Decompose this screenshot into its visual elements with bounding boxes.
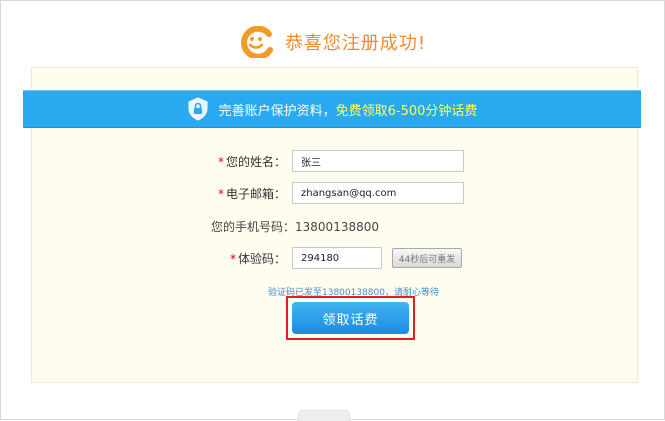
required-mark: * [217,186,224,201]
claim-credit-button[interactable]: 领取话费 [292,302,409,334]
phone-number: 13800138800 [295,219,379,234]
code-row: * 体验码： 294180 [196,247,382,269]
code-input[interactable]: 294180 [292,247,382,269]
email-label: * 电子邮箱： [217,186,286,201]
email-input[interactable]: zhangsan@qq.com [292,182,464,204]
banner-text: 完善账户保护资料， [218,103,336,119]
page-title: 恭喜您注册成功! [284,33,427,54]
smiley-logo-icon [240,26,273,58]
name-label: * 您的姓名： [217,154,286,169]
phone-row: 您的手机号码： 13800138800 [211,218,379,235]
banner-highlight: 免费领取6-500分钟话费 [335,103,478,119]
required-mark: * [229,251,236,266]
code-label: * 体验码： [229,251,286,266]
resend-code-button[interactable]: 44秒后可重发 [392,248,462,268]
name-input[interactable]: 张三 [292,150,464,172]
email-row: * 电子邮箱： zhangsan@qq.com [196,182,464,204]
promo-banner: 完善账户保护资料， 免费领取6-500分钟话费 [23,90,641,128]
name-row: * 您的姓名： 张三 [196,150,464,172]
phone-label: 您的手机号码： [211,220,296,234]
required-mark: * [217,154,224,169]
shield-lock-icon [188,97,208,121]
bottom-tab [298,410,350,421]
success-header: 恭喜您注册成功! [0,22,665,62]
